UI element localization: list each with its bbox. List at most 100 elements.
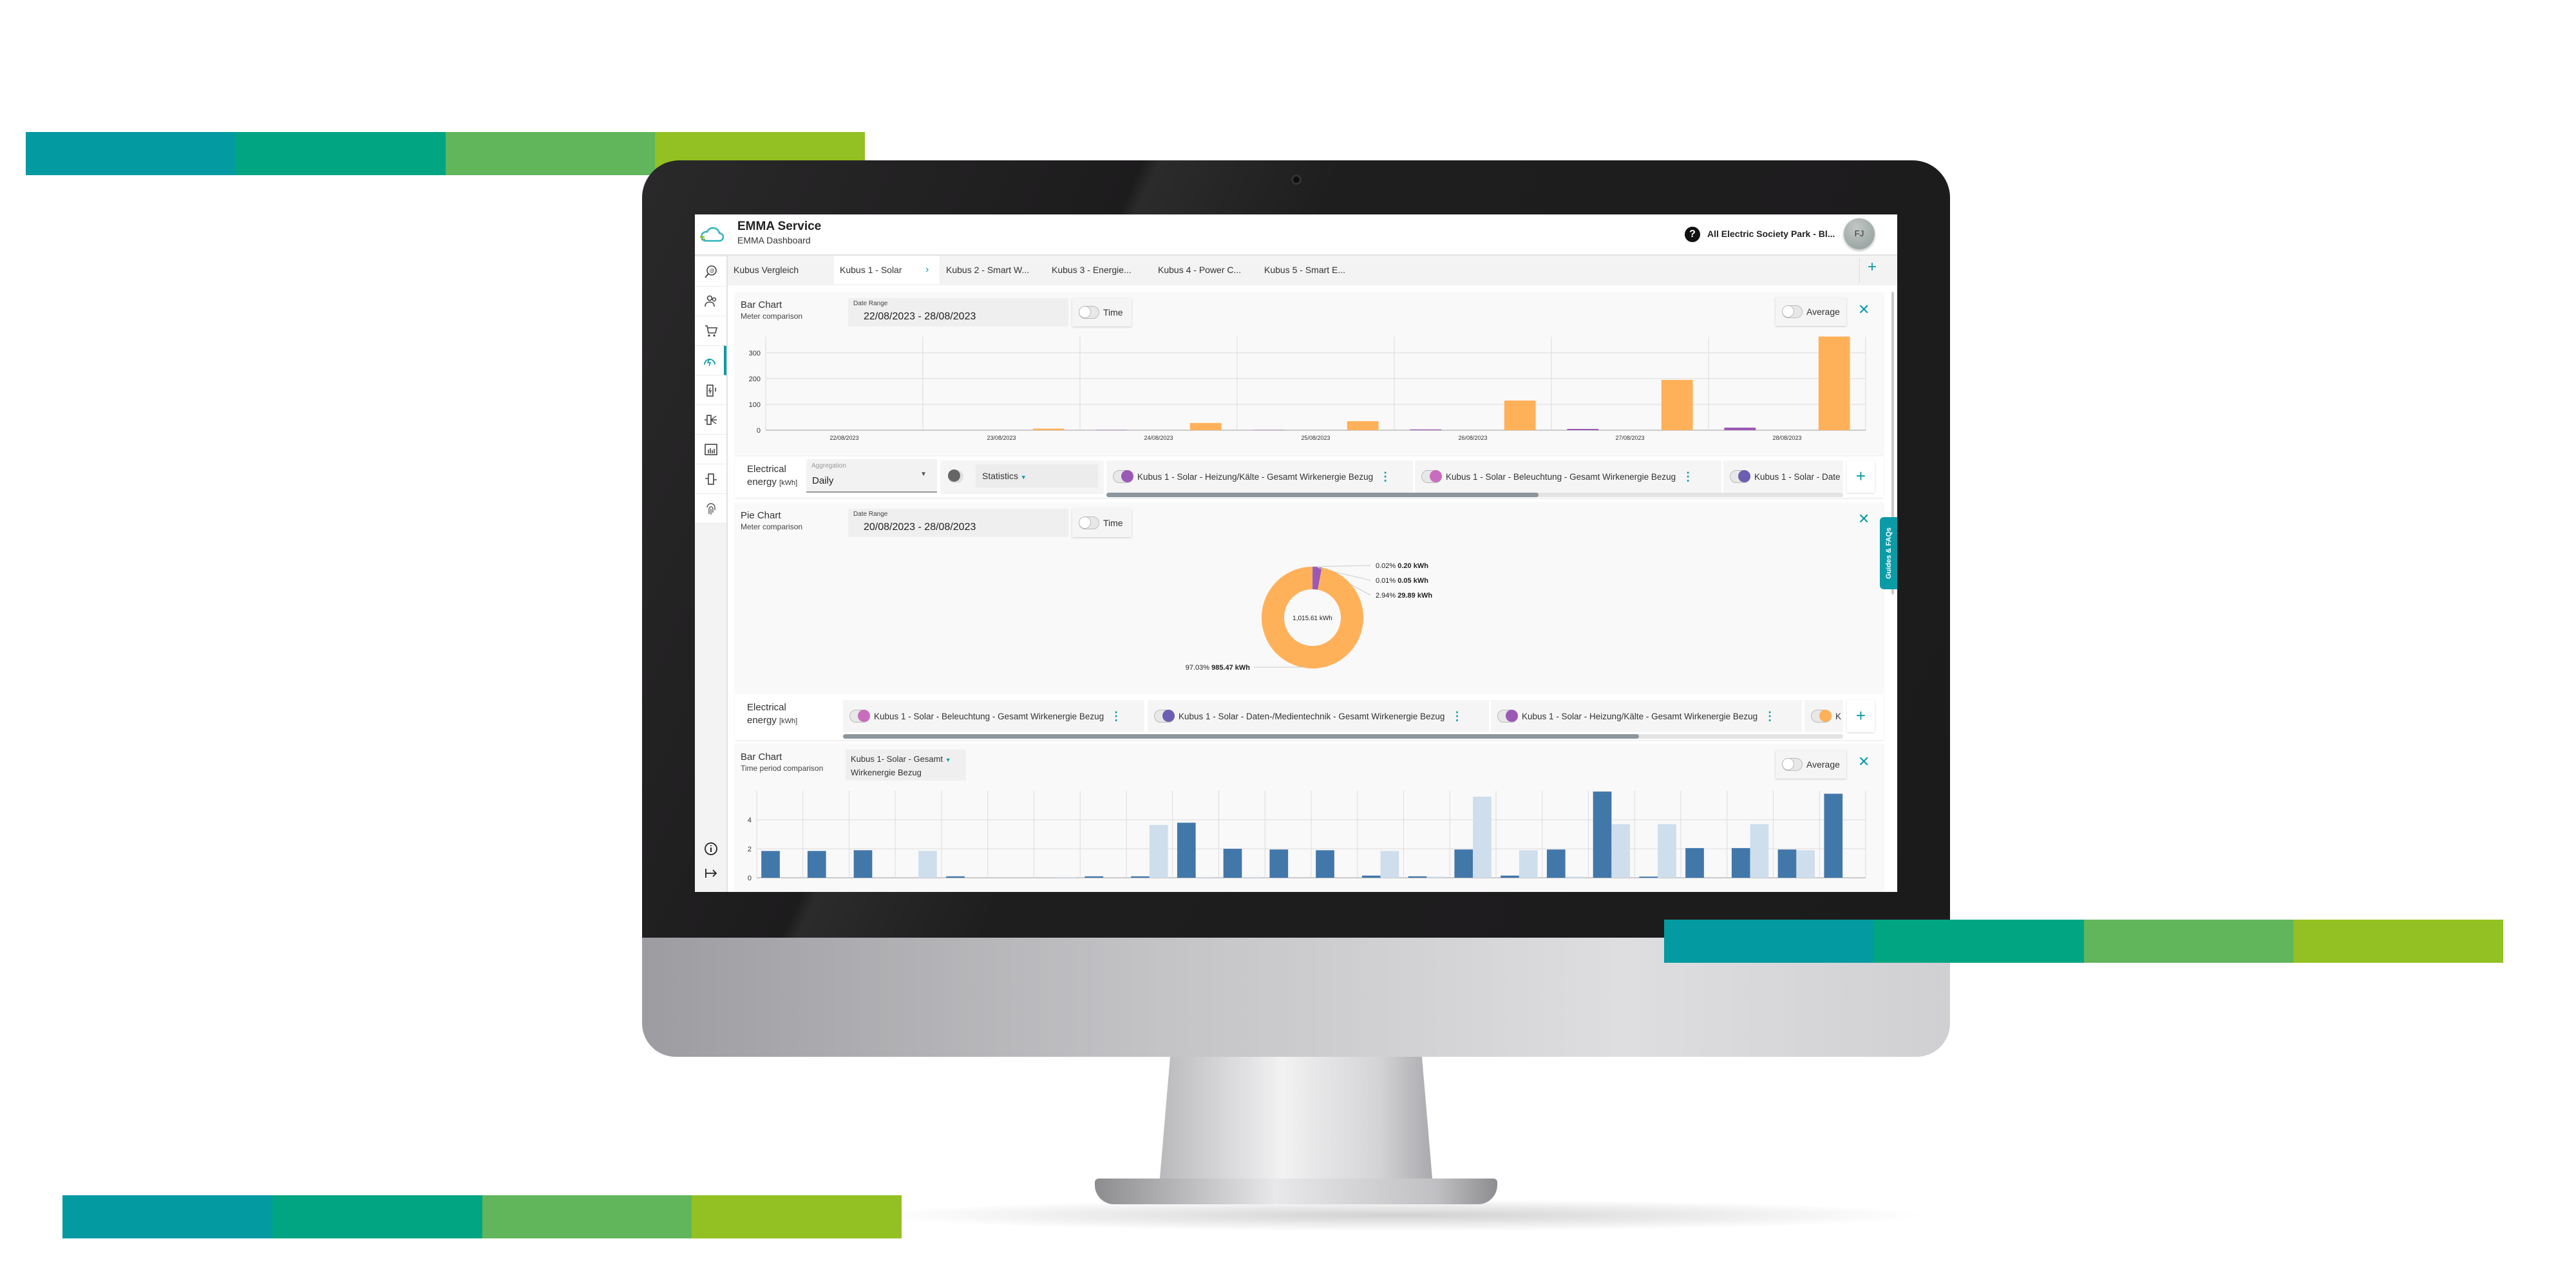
more-vertical-icon[interactable]: ⋮ xyxy=(1451,710,1463,723)
sidebar-item-bar-chart[interactable] xyxy=(695,435,726,464)
legend-item[interactable]: Kubus 1 - Solar - Heizung/Kälte - Gesamt… xyxy=(1491,700,1802,732)
sidebar-item-meter-search[interactable]: @ xyxy=(695,257,726,287)
legend-item[interactable]: Kubus 1 - Solar - Heizung/Kälte - Gesamt… xyxy=(1106,460,1413,493)
card-subtitle: Meter comparison xyxy=(741,522,803,531)
time-label: Time xyxy=(1103,518,1123,528)
close-icon[interactable]: ✕ xyxy=(1858,511,1870,527)
sidebar-item-users[interactable] xyxy=(695,287,726,316)
legend-toggle[interactable] xyxy=(849,710,870,723)
legend-item[interactable]: Kubus 1 - Solar - Beleuchtung - Gesamt W… xyxy=(843,700,1144,732)
legend-label: Kubus 1 - Solar - Heizung/Kälte - Gesamt… xyxy=(1137,471,1374,482)
cart-icon xyxy=(705,325,717,337)
legend-title: Electrical energy [kWh] xyxy=(747,463,797,489)
date-range-label: Date Range xyxy=(853,511,888,518)
aggregation-value: Daily xyxy=(812,475,834,486)
tab-kubus-3[interactable]: Kubus 3 - Energie... xyxy=(1052,256,1132,284)
tab-kubus-5[interactable]: Kubus 5 - Smart E... xyxy=(1264,256,1345,284)
stripe-segment xyxy=(272,1195,482,1238)
app-subtitle: EMMA Dashboard xyxy=(737,235,811,245)
legend-title: Electrical energy [kWh] xyxy=(747,701,797,728)
aggregation-label: Aggregation xyxy=(811,462,846,469)
legend-toggle[interactable] xyxy=(1730,470,1750,483)
add-tab-button[interactable]: + xyxy=(1868,258,1877,276)
sidebar-item-battery[interactable] xyxy=(695,375,726,405)
tab-kubus-1-solar[interactable]: Kubus 1 - Solar › xyxy=(834,256,940,284)
emma-app-screen: @ EMMA Service EMMA Dashboard ? All Elec… xyxy=(695,214,1897,892)
add-meter-button[interactable]: + xyxy=(1847,700,1875,732)
more-vertical-icon[interactable]: ⋮ xyxy=(1682,470,1694,484)
more-vertical-icon[interactable]: ⋮ xyxy=(1110,710,1122,723)
statistics-toggle[interactable] xyxy=(948,469,963,483)
average-toggle[interactable]: Average xyxy=(1776,298,1846,326)
legend-title-line1: Electrical xyxy=(747,464,786,475)
close-icon[interactable]: ✕ xyxy=(1858,302,1870,318)
toggle-switch xyxy=(1782,758,1803,771)
sidebar-item-fingerprint[interactable] xyxy=(695,494,726,524)
stripe-segment xyxy=(62,1195,272,1238)
battery-charge-icon xyxy=(706,384,716,397)
stripe-segment xyxy=(1873,920,2084,963)
sidebar-item-energy-dashboard[interactable] xyxy=(695,346,726,375)
legend-scrollbar-thumb[interactable] xyxy=(843,734,1639,739)
chevron-right-icon: › xyxy=(925,264,929,275)
sidebar-item-connector[interactable] xyxy=(695,405,726,435)
site-selector[interactable]: All Electric Society Park - Bl... xyxy=(1707,229,1835,239)
statistics-select[interactable]: Statistics ▼ xyxy=(976,464,1098,488)
period-bar-chart-card: Bar Chart Time period comparison Kubus 1… xyxy=(735,744,1884,892)
bar-chart-card: Bar Chart Meter comparison Date Range 22… xyxy=(735,292,1884,455)
legend-row-bar-chart: Electrical energy [kWh] Aggregation Daily… xyxy=(735,457,1884,498)
tab-kubus-vergleich[interactable]: Kubus Vergleich xyxy=(734,256,830,284)
card-title: Bar Chart xyxy=(741,299,782,310)
tab-kubus-4[interactable]: Kubus 4 - Power C... xyxy=(1158,256,1241,284)
legend-toggle[interactable] xyxy=(1154,710,1175,723)
meter-select[interactable]: Kubus 1- Solar - Gesamt ▼ Wirkenergie Be… xyxy=(846,750,966,781)
guides-label: Guides & FAQs xyxy=(1884,527,1893,580)
question-circle-icon[interactable]: ? xyxy=(1685,227,1700,242)
dropdown-arrow-icon: ▼ xyxy=(1020,474,1027,480)
legend-item[interactable]: Kubus 1 - Solar - Beleuchtung - Gesamt W… xyxy=(1415,460,1721,493)
legend-item[interactable]: Kubus 1 - Solar - Date xyxy=(1723,460,1843,493)
more-vertical-icon[interactable]: ⋮ xyxy=(1379,470,1391,484)
stripe-segment xyxy=(445,132,656,175)
average-label: Average xyxy=(1806,307,1840,317)
legend-item[interactable]: K xyxy=(1804,700,1843,732)
date-range-field[interactable]: Date Range 22/08/2023 - 28/08/2023 xyxy=(848,298,1068,327)
legend-label: Kubus 1 - Solar - Date xyxy=(1754,471,1841,482)
tab-kubus-2[interactable]: Kubus 2 - Smart W... xyxy=(946,256,1029,284)
unit-label: [kWh] xyxy=(779,479,798,487)
legend-scrollbar-thumb[interactable] xyxy=(1106,493,1539,497)
stripe-segment xyxy=(26,132,236,175)
more-vertical-icon[interactable]: ⋮ xyxy=(1764,710,1776,723)
cloud-logo-icon xyxy=(700,227,724,242)
card-title: Bar Chart xyxy=(741,752,782,762)
date-range-field[interactable]: Date Range 20/08/2023 - 28/08/2023 xyxy=(848,509,1068,537)
guides-faqs-tab[interactable]: Guides & FAQs xyxy=(1880,517,1897,589)
logout-button[interactable] xyxy=(695,858,726,888)
date-range-value: 22/08/2023 - 28/08/2023 xyxy=(864,311,976,322)
svg-text:@: @ xyxy=(709,268,714,274)
decor-stripe-bottom xyxy=(62,1195,902,1238)
meter-device-icon xyxy=(705,473,717,485)
monitor-stand-base xyxy=(1095,1179,1497,1204)
date-range-label: Date Range xyxy=(853,300,888,307)
legend-toggle[interactable] xyxy=(1497,710,1518,723)
close-icon[interactable]: ✕ xyxy=(1858,754,1870,770)
add-meter-button[interactable]: + xyxy=(1847,460,1875,493)
sidebar-item-cart[interactable] xyxy=(695,316,726,346)
logo[interactable] xyxy=(695,214,728,256)
legend-toggle[interactable] xyxy=(1811,710,1832,723)
time-toggle[interactable]: Time xyxy=(1072,298,1132,327)
toggle-switch xyxy=(1079,516,1099,529)
average-toggle[interactable]: Average xyxy=(1776,750,1846,779)
meter-select-line2: Wirkenergie Bezug xyxy=(851,768,922,777)
legend-item[interactable]: Kubus 1 - Solar - Daten-/Medientechnik -… xyxy=(1148,700,1489,732)
legend-toggle[interactable] xyxy=(1113,470,1133,483)
avatar[interactable]: FJ xyxy=(1844,218,1875,249)
connector-icon xyxy=(704,414,717,425)
monitor-stand-neck xyxy=(1159,1057,1433,1186)
sidebar-item-meter-device[interactable] xyxy=(695,464,726,494)
time-toggle[interactable]: Time xyxy=(1072,509,1132,537)
aggregation-select[interactable]: Aggregation Daily ▼ xyxy=(806,459,937,493)
legend-toggle[interactable] xyxy=(1421,470,1442,483)
toggle-switch xyxy=(1079,306,1099,319)
